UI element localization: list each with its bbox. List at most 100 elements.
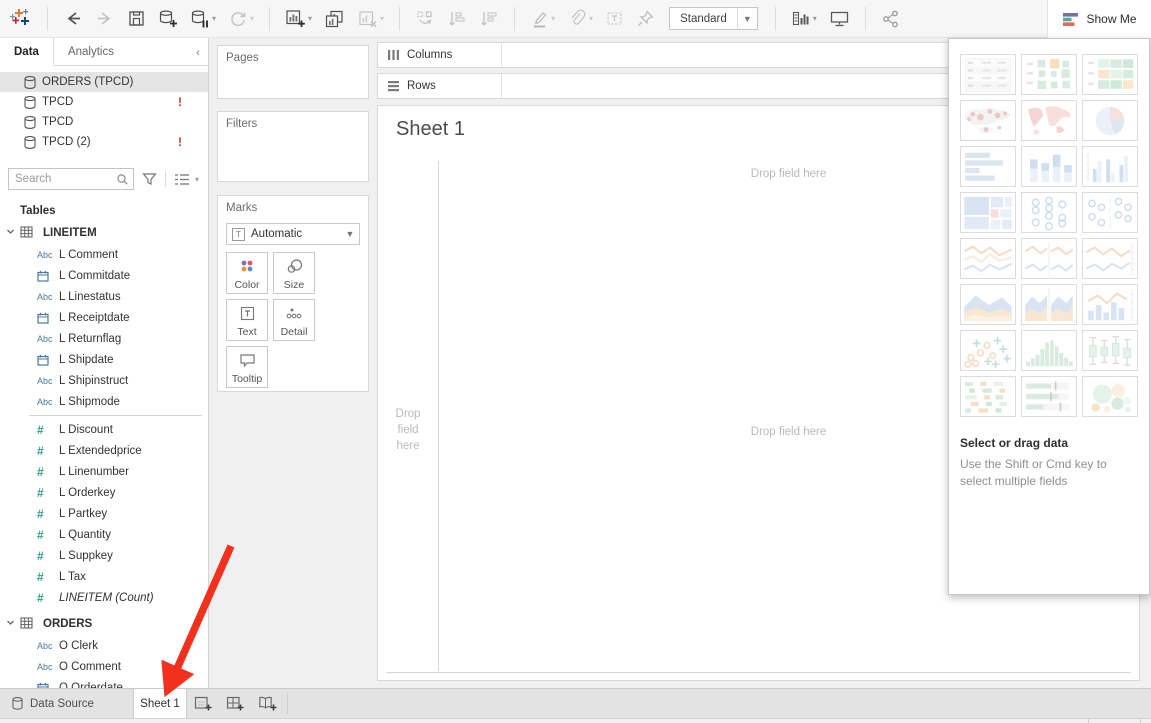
showme-circle-views[interactable] [1021, 192, 1077, 233]
field-item[interactable]: #L Tax [0, 566, 208, 587]
show-me-button[interactable]: Show Me [1047, 0, 1151, 38]
datasource-item[interactable]: TPCD! [0, 92, 208, 112]
new-datasource-button[interactable] [158, 9, 178, 29]
drop-zone-rows[interactable]: Drop field here [378, 406, 438, 454]
chevron-down-icon[interactable]: ▼ [737, 8, 757, 29]
showme-discrete-lines[interactable] [1021, 238, 1077, 279]
field-item[interactable]: AbcL Comment [0, 244, 208, 265]
field-item[interactable]: AbcL Linestatus [0, 286, 208, 307]
showme-stacked-bars[interactable] [1021, 146, 1077, 187]
showme-discrete-area[interactable] [1021, 284, 1077, 325]
chevron-down-icon[interactable]: ▾ [195, 175, 199, 184]
pause-updates-button[interactable]: ▾ [190, 9, 216, 29]
showme-packed-bubbles[interactable] [1082, 376, 1138, 417]
sort-ascending-button[interactable] [447, 9, 467, 29]
field-item[interactable]: AbcL Returnflag [0, 328, 208, 349]
field-item[interactable]: #L Partkey [0, 503, 208, 524]
tableau-logo-icon[interactable] [8, 7, 32, 31]
size-button[interactable]: Size [273, 252, 315, 294]
showme-treemap[interactable] [960, 192, 1016, 233]
new-worksheet-button[interactable]: ▾ [285, 8, 312, 29]
showme-horizontal-bars[interactable] [960, 146, 1016, 187]
tab-analytics[interactable]: Analytics [54, 38, 128, 65]
clear-sheet-button[interactable]: ▾ [357, 9, 384, 29]
color-button[interactable]: Color [226, 252, 268, 294]
search-input[interactable] [9, 169, 133, 189]
presentation-mode-button[interactable] [829, 9, 850, 28]
showme-box-and-whisker[interactable] [1082, 330, 1138, 371]
share-button[interactable] [881, 9, 901, 29]
detail-button[interactable]: Detail [273, 299, 315, 341]
field-item[interactable]: AbcL Shipmode [0, 391, 208, 412]
showme-continuous-area[interactable] [960, 284, 1016, 325]
view-options-icon[interactable] [174, 173, 190, 186]
showme-text-table[interactable] [960, 54, 1016, 95]
new-dashboard-tab-button[interactable] [219, 689, 251, 718]
showme-side-by-side-circles[interactable] [1082, 192, 1138, 233]
filter-fields-icon[interactable] [142, 172, 157, 186]
datasource-item[interactable]: ORDERS (TPCD) [0, 72, 208, 92]
chevron-down-icon[interactable]: ▾ [813, 14, 817, 23]
showme-dual-combination[interactable] [1082, 284, 1138, 325]
field-item[interactable]: #L Orderkey [0, 482, 208, 503]
chevron-down-icon[interactable]: ▾ [551, 14, 555, 23]
new-worksheet-tab-button[interactable] [187, 689, 219, 718]
field-item[interactable]: O Orderdate [0, 677, 208, 688]
table-group-lineitem[interactable]: LINEITEM [0, 222, 208, 244]
filters-card[interactable]: Filters [217, 111, 369, 182]
showme-heat-map[interactable] [1021, 54, 1077, 95]
showme-bullet-graph[interactable] [1021, 376, 1077, 417]
chevron-down-icon[interactable]: ▾ [589, 14, 593, 23]
save-button[interactable] [127, 9, 146, 28]
field-item[interactable]: #L Extendedprice [0, 440, 208, 461]
tab-data[interactable]: Data [0, 38, 54, 66]
data-source-tab[interactable]: Data Source [0, 689, 121, 718]
chevron-down-icon[interactable]: ▾ [308, 14, 312, 23]
showme-scatter-plot[interactable] [960, 330, 1016, 371]
field-item[interactable]: #L Linenumber [0, 461, 208, 482]
mark-type-dropdown[interactable]: T Automatic ▼ [226, 223, 360, 245]
datasource-item[interactable]: TPCD [0, 112, 208, 132]
showme-highlight-table[interactable] [1082, 54, 1138, 95]
showme-pie-chart[interactable] [1082, 100, 1138, 141]
text-button[interactable]: Text [226, 299, 268, 341]
field-item[interactable]: #LINEITEM (Count) [0, 587, 208, 608]
refresh-datasource-button[interactable]: ▾ [228, 9, 254, 29]
sort-descending-button[interactable] [479, 9, 499, 29]
showme-side-by-side-bars[interactable] [1082, 146, 1138, 187]
field-item[interactable]: #L Suppkey [0, 545, 208, 566]
new-story-tab-button[interactable] [251, 689, 283, 718]
field-item[interactable]: AbcO Clerk [0, 635, 208, 656]
field-item[interactable]: #L Discount [0, 419, 208, 440]
showme-continuous-lines[interactable] [960, 238, 1016, 279]
field-item[interactable]: L Commitdate [0, 265, 208, 286]
showme-gantt[interactable] [960, 376, 1016, 417]
pages-card[interactable]: Pages [217, 45, 369, 99]
chevron-down-icon[interactable] [6, 227, 15, 239]
field-item[interactable]: #L Quantity [0, 524, 208, 545]
tooltip-button[interactable]: Tooltip [226, 346, 268, 388]
chevron-down-icon[interactable] [6, 618, 15, 630]
showme-symbol-map[interactable] [960, 100, 1016, 141]
showme-histogram[interactable] [1021, 330, 1077, 371]
table-group-orders[interactable]: ORDERS [0, 613, 208, 635]
fix-axes-button[interactable]: ▾ [567, 9, 593, 29]
chevron-down-icon[interactable]: ▾ [212, 14, 216, 23]
field-item[interactable]: L Receiptdate [0, 307, 208, 328]
redo-button[interactable] [95, 9, 115, 28]
highlight-button[interactable]: ▾ [530, 9, 555, 29]
duplicate-sheet-button[interactable] [324, 9, 345, 29]
chevron-down-icon[interactable]: ▾ [380, 14, 384, 23]
field-item[interactable]: AbcL Shipinstruct [0, 370, 208, 391]
mark-labels-button[interactable] [605, 9, 624, 28]
swap-rows-columns-button[interactable] [415, 9, 435, 29]
pin-button[interactable] [636, 9, 655, 28]
fit-selector[interactable]: Standard ▼ [669, 7, 758, 30]
showme-filled-map[interactable] [1021, 100, 1077, 141]
sheet1-tab[interactable]: Sheet 1 [133, 689, 187, 718]
show-cards-button[interactable]: ▾ [791, 9, 817, 28]
datasource-item[interactable]: TPCD (2)! [0, 132, 208, 152]
chevron-down-icon[interactable]: ▾ [250, 14, 254, 23]
field-item[interactable]: L Shipdate [0, 349, 208, 370]
field-item[interactable]: AbcO Comment [0, 656, 208, 677]
